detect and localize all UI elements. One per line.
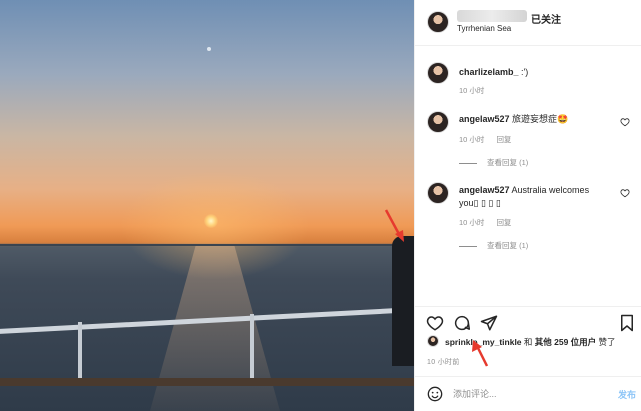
horizon [0,244,414,246]
heart-icon[interactable] [426,314,444,332]
likes-others-link[interactable]: 其他 259 位用户 [535,337,596,347]
emoji-icon[interactable] [427,386,443,402]
comment-username[interactable]: angelaw527 [459,185,510,195]
action-bar [415,306,641,336]
caption-time[interactable]: 10 小时 [459,86,484,95]
post-timestamp[interactable]: 10 小时前 [427,357,460,367]
follow-status-button[interactable]: 已关注 [531,11,561,26]
post-location[interactable]: Tyrrhenian Sea [457,24,511,33]
liker-avatar[interactable] [427,335,439,347]
comment-text: 旅遊妄想症🤩 [509,114,569,124]
like-comment-heart-icon[interactable] [620,188,630,198]
post-comment-button[interactable]: 发布 [618,388,636,401]
post-photo[interactable] [0,0,414,411]
sky-star [207,47,211,51]
caption-username[interactable]: charlizelamb_ [459,67,519,77]
post-header: 已关注 Tyrrhenian Sea [415,0,641,46]
comment-avatar[interactable] [427,182,449,204]
replies-divider [459,162,477,164]
view-replies-button[interactable]: 查看回复 (1) [459,157,528,168]
caption-avatar[interactable] [427,62,449,84]
railing-post [250,314,254,384]
comment-input[interactable] [453,387,603,401]
like-comment-heart-icon[interactable] [620,117,630,127]
share-icon[interactable] [480,314,498,332]
comment-username[interactable]: angelaw527 [459,114,510,124]
comment-input-row: 发布 [415,376,641,411]
blurred-username[interactable] [457,10,527,22]
comment-time[interactable]: 10 小时 [459,135,484,144]
author-avatar[interactable] [427,11,449,33]
caption-text: :') [518,67,529,77]
sun [204,214,218,228]
annotation-arrow-icon [472,340,489,367]
annotation-arrow-icon [384,209,404,242]
likes-and: 和 [521,337,535,347]
view-replies-label: 查看回复 (1) [487,241,529,250]
replies-divider [459,245,477,247]
comment-time[interactable]: 10 小时 [459,218,484,227]
comment-icon[interactable] [453,314,471,332]
railing-post [78,322,82,382]
reply-button[interactable]: 回复 [496,135,511,144]
view-replies-button[interactable]: 查看回复 (1) [459,240,528,251]
bookmark-icon[interactable] [618,314,636,332]
likes-suffix: 赞了 [596,337,616,347]
reply-button[interactable]: 回复 [496,218,511,227]
view-replies-label: 查看回复 (1) [487,158,529,167]
post-detail-panel: 已关注 Tyrrhenian Sea charlizelamb_ :') 10 … [414,0,641,411]
comment-avatar[interactable] [427,111,449,133]
ship-deck-rail [0,378,414,386]
person-silhouette [392,236,414,366]
